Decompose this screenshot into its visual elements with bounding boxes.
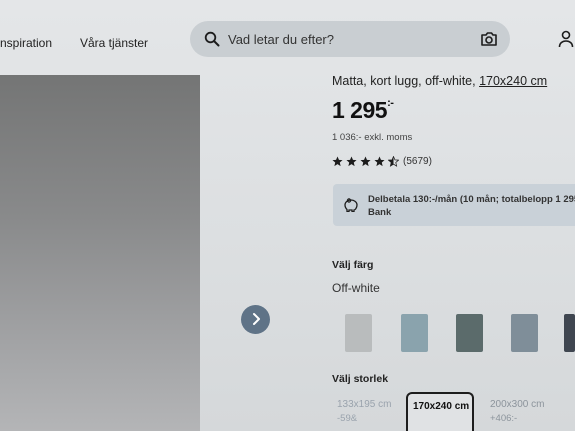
nav-services-link[interactable]: Våra tjänster — [80, 36, 148, 50]
size-option-price-diff: -59& — [337, 413, 358, 424]
piggy-bank-icon — [344, 198, 358, 212]
color-swatch-grey-blue[interactable] — [511, 314, 538, 352]
product-price: 1 295:- — [332, 97, 394, 124]
color-swatch-dark-green[interactable] — [456, 314, 483, 352]
size-option-label: 170x240 cm — [413, 401, 470, 412]
product-size-link[interactable]: 170x240 cm — [479, 74, 547, 88]
user-icon[interactable] — [558, 30, 574, 48]
selected-color: Off-white — [332, 281, 380, 295]
product-title: Matta, kort lugg, off-white, 170x240 cm — [332, 74, 547, 88]
next-image-button[interactable] — [241, 305, 270, 334]
color-heading: Välj färg — [332, 259, 374, 271]
size-option-label: 200x300 cm — [490, 399, 545, 410]
nav-inspiration-link[interactable]: nspiration — [0, 36, 52, 50]
chevron-right-icon — [253, 313, 260, 325]
star-icon — [360, 156, 371, 167]
financing-text: Delbetala 130:-/mån (10 mån; totalbelopp… — [368, 193, 575, 219]
review-count[interactable]: (5679) — [403, 156, 432, 167]
product-image[interactable] — [0, 75, 200, 431]
size-option-133x195[interactable]: 133x195 cm -59& — [332, 392, 402, 431]
product-page: nspiration Våra tjänster Vad letar du ef… — [0, 0, 575, 431]
search-input[interactable]: Vad letar du efter? — [228, 32, 334, 47]
color-swatch-blue[interactable] — [401, 314, 428, 352]
star-icon — [332, 156, 343, 167]
size-option-label: 133x195 cm — [337, 399, 392, 410]
search-icon — [204, 31, 220, 47]
size-heading: Välj storlek — [332, 373, 389, 385]
price-ex-vat: 1 036:- exkl. moms — [332, 132, 413, 143]
camera-icon[interactable] — [480, 31, 498, 47]
financing-line-2: Bank — [368, 207, 392, 218]
star-icon — [346, 156, 357, 167]
size-option-price-diff: +406:- — [490, 413, 518, 424]
size-option-170x240[interactable]: 170x240 cm — [406, 392, 474, 431]
star-icon — [374, 156, 385, 167]
half-star-icon — [388, 156, 399, 167]
color-swatch-dark[interactable] — [564, 314, 575, 352]
price-main: 1 295 — [332, 97, 388, 123]
financing-banner[interactable]: Delbetala 130:-/mån (10 mån; totalbelopp… — [333, 184, 575, 226]
financing-line-1: Delbetala 130:-/mån (10 mån; totalbelopp… — [368, 194, 575, 205]
product-title-text: Matta, kort lugg, off-white, — [332, 74, 480, 88]
search-bar[interactable]: Vad letar du efter? — [190, 21, 510, 57]
price-decimal: :- — [387, 97, 394, 109]
size-option-200x300[interactable]: 200x300 cm +406:- — [485, 392, 565, 431]
color-swatch-off-white[interactable] — [345, 314, 372, 352]
